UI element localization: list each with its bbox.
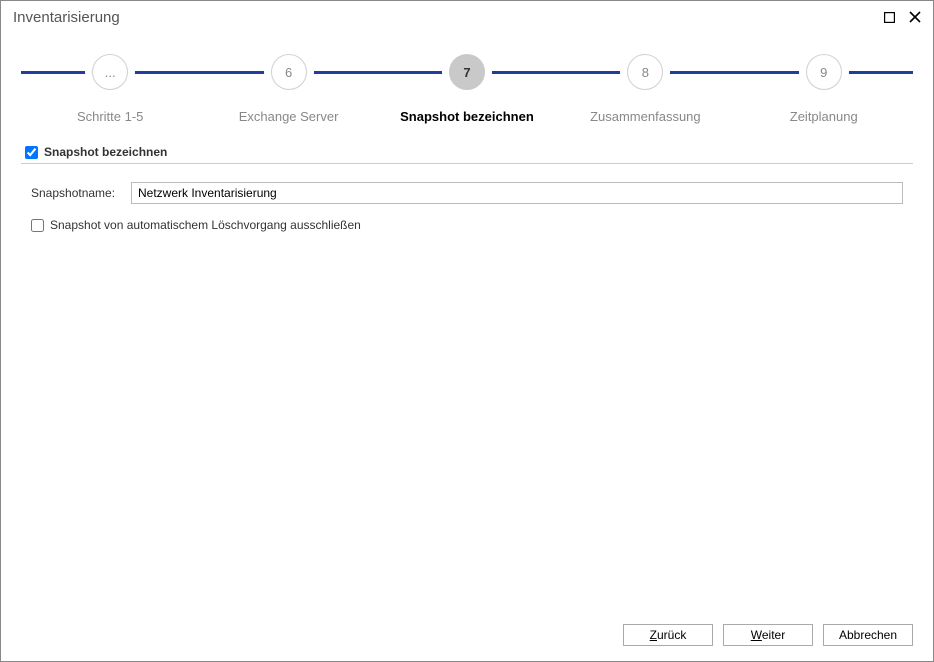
- form-area: Snapshotname: Snapshot von automatischem…: [31, 182, 903, 232]
- exclude-snapshot-checkbox[interactable]: [31, 219, 44, 232]
- snapshot-name-label: Snapshotname:: [31, 186, 131, 200]
- maximize-icon[interactable]: [879, 7, 899, 27]
- close-icon[interactable]: [905, 7, 925, 27]
- step-circle: 8: [620, 47, 670, 97]
- step-label: Schritte 1-5: [77, 109, 143, 124]
- wizard-step-4[interactable]: 8 Zusammenfassung: [560, 33, 730, 124]
- snapshot-name-input[interactable]: [131, 182, 903, 204]
- step-number: 8: [627, 54, 663, 90]
- step-label: Snapshot bezeichnen: [400, 109, 534, 124]
- step-number: ...: [92, 54, 128, 90]
- step-circle: 7: [442, 47, 492, 97]
- step-circle: ...: [85, 47, 135, 97]
- step-label: Zeitplanung: [790, 109, 858, 124]
- wizard-step-1[interactable]: ... Schritte 1-5: [25, 33, 195, 124]
- section-title: Snapshot bezeichnen: [44, 145, 167, 159]
- step-number: 9: [806, 54, 842, 90]
- step-label: Exchange Server: [239, 109, 339, 124]
- designate-snapshot-checkbox[interactable]: [25, 146, 38, 159]
- step-circle: 9: [799, 47, 849, 97]
- exclude-snapshot-label: Snapshot von automatischem Löschvorgang …: [50, 218, 361, 232]
- cancel-button[interactable]: Abbrechen: [823, 624, 913, 646]
- step-circle: 6: [264, 47, 314, 97]
- wizard-stepper: ... Schritte 1-5 6 Exchange Server 7 Snapshot…: [21, 33, 913, 133]
- back-button[interactable]: Zurück: [623, 624, 713, 646]
- window-title: Inventarisierung: [13, 9, 873, 26]
- wizard-step-3[interactable]: 7 Snapshot bezeichnen: [382, 33, 552, 124]
- step-label: Zusammenfassung: [590, 109, 701, 124]
- step-number: 7: [449, 54, 485, 90]
- wizard-step-2[interactable]: 6 Exchange Server: [204, 33, 374, 124]
- step-number: 6: [271, 54, 307, 90]
- wizard-footer: Zurück Weiter Abbrechen: [1, 619, 933, 661]
- wizard-step-5[interactable]: 9 Zeitplanung: [739, 33, 909, 124]
- section-header: Snapshot bezeichnen: [21, 145, 913, 164]
- titlebar: Inventarisierung: [1, 1, 933, 33]
- next-button[interactable]: Weiter: [723, 624, 813, 646]
